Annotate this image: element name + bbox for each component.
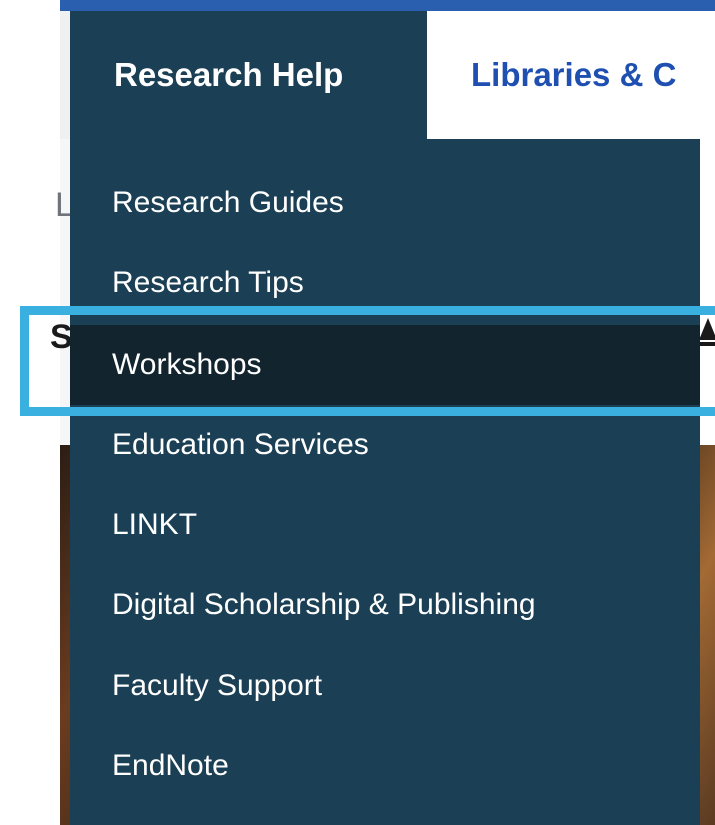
menu-item-endnote[interactable]: EndNote (70, 726, 700, 806)
menu-item-label: Research Guides (112, 186, 344, 219)
menu-item-label: Faculty Support (112, 669, 323, 702)
page-partial-glyph-triangle (699, 318, 715, 340)
menu-item-workshops[interactable]: Workshops (70, 325, 700, 405)
menu-item-linkt[interactable]: LINKT (70, 485, 700, 565)
menu-item-research-tips[interactable]: Research Tips (70, 243, 700, 323)
nav-tab-label: Research Help (114, 56, 344, 93)
menu-item-label: Education Services (112, 428, 369, 461)
dropdown-menu: Research Guides Research Tips Workshops … (70, 139, 700, 825)
menu-item-label: EndNote (112, 749, 229, 782)
menu-item-label: LINKT (112, 508, 198, 541)
nav-tab-research-help[interactable]: Research Help (70, 11, 427, 139)
menu-item-research-guides[interactable]: Research Guides (70, 163, 700, 243)
nav-tab-label: Libraries & C (471, 56, 677, 93)
header-top-rule (60, 0, 715, 11)
nav-tab-libraries[interactable]: Libraries & C (427, 11, 715, 139)
menu-item-label: Workshops (112, 348, 262, 381)
menu-item-digital-scholarship[interactable]: Digital Scholarship & Publishing (70, 565, 700, 645)
menu-item-label: Digital Scholarship & Publishing (112, 588, 536, 621)
menu-item-label: Research Tips (112, 266, 304, 299)
menu-item-education-services[interactable]: Education Services (70, 405, 700, 485)
menu-item-faculty-support[interactable]: Faculty Support (70, 646, 700, 726)
screenshot-stage: L S Research Help Libraries & C Research… (0, 0, 715, 825)
